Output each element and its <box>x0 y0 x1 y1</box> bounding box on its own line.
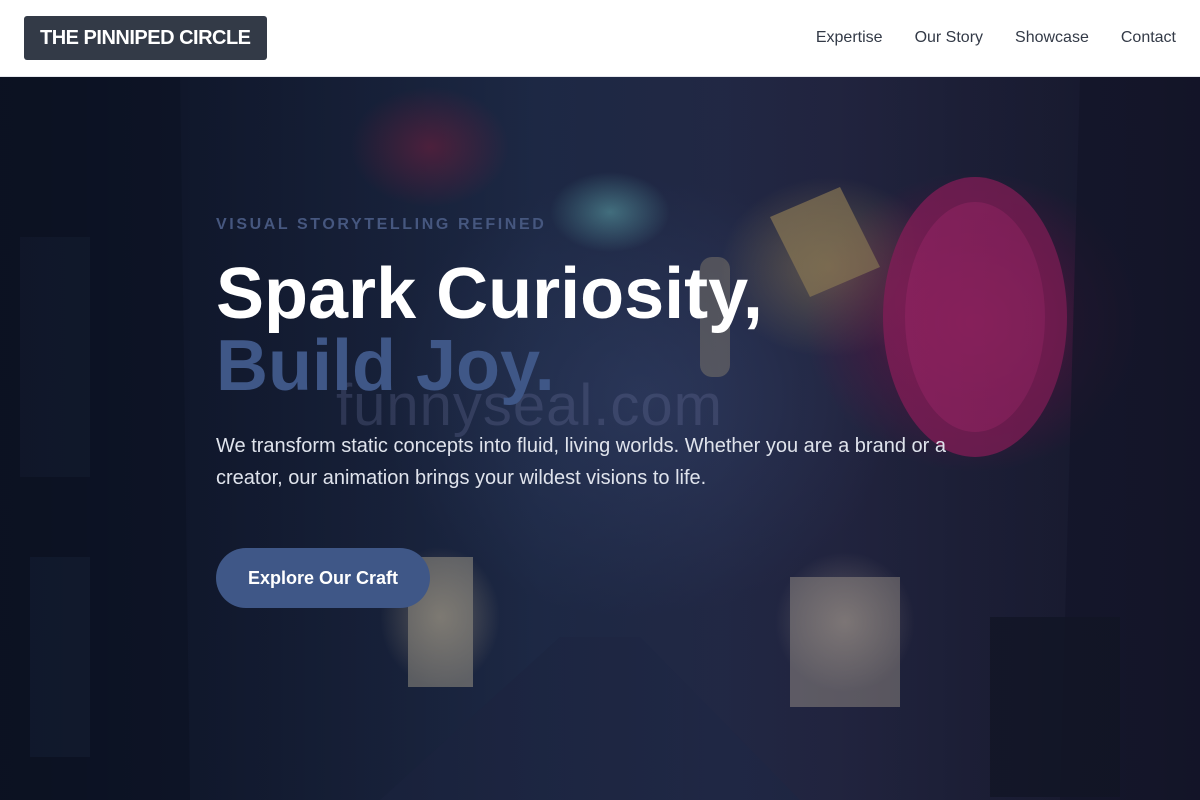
hero-content: VISUAL STORYTELLING REFINED Spark Curios… <box>216 216 996 608</box>
site-logo[interactable]: THE PINNIPED CIRCLE <box>24 16 267 60</box>
headline-line-1: Spark Curiosity, <box>216 254 763 334</box>
nav-link-our-story[interactable]: Our Story <box>915 29 983 47</box>
top-navigation-bar: THE PINNIPED CIRCLE Expertise Our Story … <box>0 0 1200 77</box>
nav-link-expertise[interactable]: Expertise <box>816 29 883 47</box>
nav-link-contact[interactable]: Contact <box>1121 29 1176 47</box>
main-nav: Expertise Our Story Showcase Contact <box>816 29 1176 47</box>
headline-line-2: Build Joy. <box>216 326 555 406</box>
hero-headline: Spark Curiosity, Build Joy. <box>216 258 996 402</box>
hero-description: We transform static concepts into fluid,… <box>216 435 946 489</box>
nav-link-showcase[interactable]: Showcase <box>1015 29 1089 47</box>
explore-our-craft-button[interactable]: Explore Our Craft <box>216 548 431 608</box>
hero-eyebrow: VISUAL STORYTELLING REFINED <box>216 216 547 233</box>
